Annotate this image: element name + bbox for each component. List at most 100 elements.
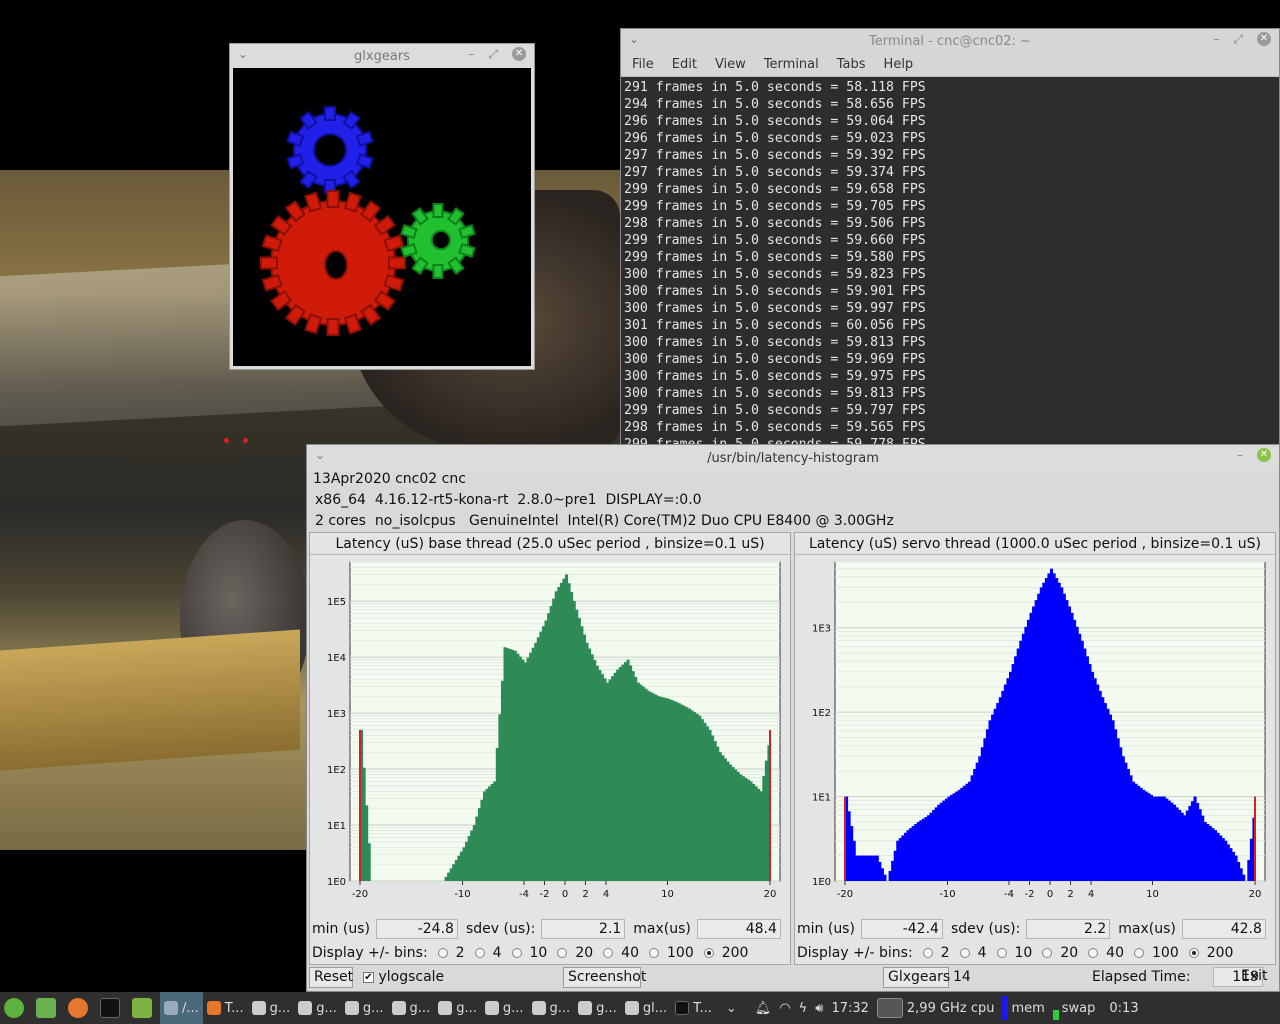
taskbar-window-g1[interactable]: g... (248, 992, 295, 1024)
servo-bins-radio-200[interactable] (1188, 948, 1199, 958)
x-tick-label: 20 (764, 889, 777, 900)
maximize-icon[interactable]: ⤢ (1233, 32, 1243, 47)
x-tick-label: 0 (1047, 889, 1053, 900)
base-stats-row: min (us) -24.8 sdev (us): 2.1 max(us) 48… (312, 918, 790, 940)
base-bins-radio-200[interactable] (703, 948, 714, 958)
taskbar-window-g6[interactable]: g... (481, 992, 528, 1024)
glxgears-button[interactable]: Glxgears (883, 967, 950, 988)
terminal-launcher[interactable] (96, 992, 128, 1024)
taskbar-window-glxgears[interactable]: gl... (621, 992, 671, 1024)
mem-label: mem (1011, 1000, 1045, 1016)
network-applet[interactable]: ◠ (775, 992, 794, 1024)
glxgears-titlebar[interactable]: ⌄ glxgears – ⤢ ✕ (230, 44, 534, 68)
base-bins-radio-10[interactable] (511, 948, 522, 958)
show-desktop-button[interactable] (32, 992, 64, 1024)
power-icon: ϟ (798, 1000, 808, 1016)
servo-min-value: -42.4 (860, 919, 943, 939)
base-bins-radio-40[interactable] (603, 948, 614, 958)
terminal-icon (100, 998, 120, 1018)
taskbar-overflow[interactable]: ⌄ (722, 992, 741, 1024)
servo-bins-radio-2[interactable] (922, 948, 933, 958)
firefox-icon (68, 998, 88, 1018)
glxgears-window[interactable]: ⌄ glxgears – ⤢ ✕ (229, 43, 535, 370)
close-icon[interactable]: ✕ (1257, 32, 1271, 46)
menu-file[interactable]: File (623, 53, 663, 76)
terminal-icon (675, 1001, 690, 1015)
close-icon[interactable]: ✕ (512, 47, 526, 61)
servo-bins-radio-20[interactable] (1042, 948, 1053, 958)
servo-bins-radio-40[interactable] (1088, 948, 1099, 958)
taskbar-window-g3[interactable]: g... (341, 992, 388, 1024)
terminal-menubar: File Edit View Terminal Tabs Help (621, 53, 1279, 77)
close-icon[interactable]: ✕ (1257, 448, 1271, 462)
bins-option-label: 100 (667, 945, 694, 961)
latency-histogram-window[interactable]: ⌄ /usr/bin/latency-histogram – ✕ 13Apr20… (306, 444, 1280, 992)
terminal-line: 299 frames in 5.0 seconds = 59.797 FPS (624, 403, 926, 418)
taskbar-window-label: g... (316, 1000, 337, 1016)
base-bins-radio-20[interactable] (557, 948, 568, 958)
base-bins-radio-100[interactable] (649, 948, 659, 958)
terminal-output[interactable]: 291 frames in 5.0 seconds = 58.118 FPS 29… (621, 77, 1279, 445)
minimize-icon[interactable]: – (468, 47, 474, 62)
minimize-icon[interactable]: – (1213, 32, 1219, 47)
bins-option-label: 200 (721, 945, 749, 961)
x-tick-label: -2 (540, 889, 550, 900)
base-max-value: 48.4 (696, 919, 781, 939)
menu-edit[interactable]: Edit (663, 53, 706, 76)
taskbar-window-t1[interactable]: T... (203, 992, 248, 1024)
latency-titlebar[interactable]: ⌄ /usr/bin/latency-histogram – ✕ (307, 445, 1279, 471)
window-menu-icon[interactable]: ⌄ (238, 47, 248, 61)
taskbar-window-g5[interactable]: g... (434, 992, 481, 1024)
power-applet[interactable]: ϟ (795, 992, 812, 1024)
window-icon (438, 1001, 453, 1015)
taskbar-window-g2[interactable]: g... (294, 992, 341, 1024)
taskbar-window-terminal[interactable]: T... (671, 992, 716, 1024)
x-tick-label: 10 (661, 889, 674, 900)
servo-bins-radio-100[interactable] (1134, 948, 1144, 958)
base-bins-radio-2[interactable] (437, 948, 448, 958)
x-tick-label: 10 (1146, 889, 1159, 900)
exit-button[interactable]: Exit (1237, 967, 1271, 988)
taskbar-window-g7[interactable]: g... (528, 992, 575, 1024)
speaker-icon: 🔊︎ (815, 1000, 824, 1016)
taskbar-window-g4[interactable]: g... (388, 992, 435, 1024)
servo-sdev-label: sdev (us): (950, 921, 1021, 937)
bins-option-label: 2 (940, 945, 950, 961)
maximize-icon[interactable]: ⤢ (488, 47, 498, 62)
screenshot-button[interactable]: Screenshot (563, 967, 646, 988)
bins-option-label: 10 (529, 945, 548, 961)
terminal-window[interactable]: ⌄ Terminal - cnc@cnc02: ~ – ⤢ ✕ File Edi… (620, 28, 1280, 446)
mint-menu-button[interactable] (0, 992, 32, 1024)
window-menu-icon[interactable]: ⌄ (315, 448, 325, 462)
servo-bins-radio-10[interactable] (996, 948, 1007, 958)
taskbar-window-g8[interactable]: g... (574, 992, 621, 1024)
base-bins-radio-4[interactable] (474, 948, 485, 958)
x-tick-label: -20 (352, 889, 368, 900)
window-menu-icon[interactable]: ⌄ (629, 32, 639, 46)
info-kernel: x86_64 4.16.12-rt5-kona-rt 2.8.0~pre1 DI… (315, 492, 702, 508)
cpu-monitor-applet[interactable]: 2,99 GHz cpu (873, 992, 999, 1024)
ylogscale-checkbox[interactable]: ✔ (363, 971, 374, 983)
volume-applet[interactable]: 🔊︎ (811, 992, 827, 1024)
files-launcher[interactable] (128, 992, 160, 1024)
menu-tabs[interactable]: Tabs (828, 53, 875, 76)
terminal-titlebar[interactable]: ⌄ Terminal - cnc@cnc02: ~ – ⤢ ✕ (621, 29, 1279, 53)
window-icon (344, 1001, 359, 1015)
bins-option-label: 20 (1060, 945, 1079, 961)
window-icon (391, 1001, 406, 1015)
menu-terminal[interactable]: Terminal (755, 53, 828, 76)
servo-bins-radio-4[interactable] (959, 948, 970, 958)
menu-view[interactable]: View (706, 53, 755, 76)
firefox-launcher[interactable] (64, 992, 96, 1024)
clock[interactable]: 17:32 (827, 992, 872, 1024)
menu-help[interactable]: Help (875, 53, 923, 76)
notifications-applet[interactable]: 🔔︎ (751, 992, 776, 1024)
latency-bottom-bar: Reset ✔ ylogscale Screenshot Glxgears 14… (309, 967, 1277, 989)
x-tick-label: -20 (837, 889, 853, 900)
reset-button[interactable]: Reset (309, 967, 353, 988)
minimize-icon[interactable]: – (1237, 448, 1243, 462)
cpu-frequency: 2,99 GHz (906, 1000, 967, 1016)
taskbar-window-latency[interactable]: /... (160, 992, 203, 1024)
taskbar-window-label: gl... (642, 1000, 668, 1016)
gears-canvas (233, 68, 531, 366)
